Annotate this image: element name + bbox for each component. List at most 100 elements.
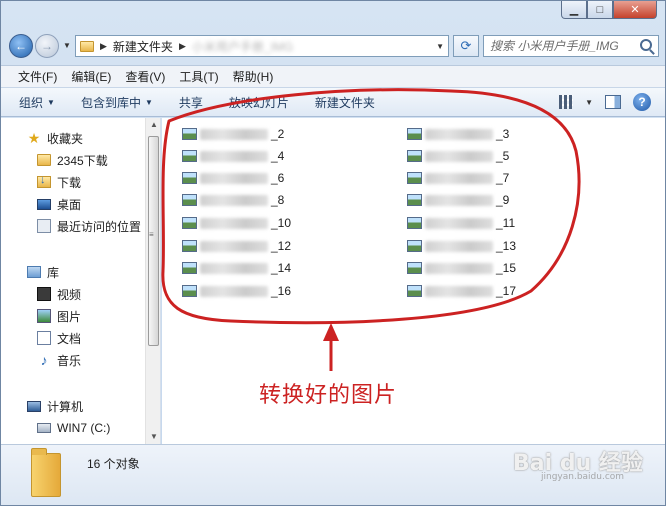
downloads-icon [37,174,51,188]
nav-item-documents[interactable]: 文档 [37,328,81,348]
file-item[interactable]: _3 [407,124,509,144]
menu-view[interactable]: 查看(V) [118,66,172,87]
menu-tools[interactable]: 工具(T) [172,66,225,87]
back-button[interactable]: ← [9,34,33,58]
minimize-button[interactable]: ▁ [561,1,587,19]
search-input[interactable] [490,39,630,53]
blurred-file-name [425,217,493,229]
computer-icon [27,400,41,412]
image-file-icon [407,262,422,274]
chevron-right-icon[interactable]: ▶ [100,41,107,52]
preview-pane-icon[interactable] [605,95,621,109]
nav-computer[interactable]: 计算机 [27,396,83,416]
file-item[interactable]: _8 [182,190,284,210]
forward-button[interactable]: → [35,34,59,58]
chevron-right-icon[interactable]: ▶ [179,41,186,52]
file-name-suffix: _7 [496,171,510,185]
file-item[interactable]: _13 [407,236,516,256]
caret-down-icon: ▼ [47,97,55,107]
image-file-icon [407,217,422,229]
command-bar-right: ▼ ? [559,93,651,111]
image-file-icon [407,150,422,162]
nav-item-label: 最近访问的位置 [57,219,142,234]
file-name-suffix: _13 [496,239,517,253]
help-icon[interactable]: ? [633,93,651,111]
organize-button[interactable]: 组织 ▼ [19,94,55,111]
menu-bar: 文件(F) 编辑(E) 查看(V) 工具(T) 帮助(H) [1,65,665,87]
share-button[interactable]: 共享 [179,94,203,111]
search-box[interactable] [483,35,659,57]
image-file-icon [182,240,197,252]
file-item[interactable]: _6 [182,168,284,188]
file-name-suffix: _10 [271,216,292,230]
image-file-icon [182,194,197,206]
slideshow-button[interactable]: 放映幻灯片 [229,94,289,111]
close-button[interactable]: ✕ [613,1,657,19]
image-file-icon [182,285,197,297]
file-item[interactable]: _11 [407,213,515,233]
file-item[interactable]: _10 [182,213,291,233]
star-icon: ★ [27,130,41,146]
file-item[interactable]: _17 [407,281,516,301]
include-in-library-button[interactable]: 包含到库中 ▼ [81,94,153,111]
file-item[interactable]: _15 [407,258,516,278]
nav-item-videos[interactable]: 视频 [37,284,81,304]
file-name-suffix: _6 [271,171,285,185]
file-item[interactable]: _4 [182,146,284,166]
file-item[interactable]: _9 [407,190,509,210]
breadcrumb-current-folder[interactable]: 小米用户手册_IMG [192,38,293,55]
image-file-icon [407,172,422,184]
file-item[interactable]: _12 [182,236,291,256]
file-item[interactable]: _2 [182,124,284,144]
file-item[interactable]: _14 [182,258,291,278]
nav-libraries[interactable]: 库 [27,262,59,282]
search-icon[interactable] [640,39,652,51]
file-item[interactable]: _7 [407,168,509,188]
nav-item-music[interactable]: ♪ 音乐 [37,350,82,370]
file-item[interactable]: _16 [182,281,291,301]
file-name-suffix: _5 [496,149,510,163]
recent-pages-dropdown-icon[interactable]: ▼ [63,41,71,50]
caret-down-icon: ▼ [144,97,153,107]
music-icon: ♪ [40,352,48,368]
image-file-icon [182,262,197,274]
nav-item-downloads[interactable]: 下载 [37,172,81,192]
menu-file[interactable]: 文件(F) [11,66,64,87]
address-history-dropdown-icon[interactable]: ▼ [436,42,444,51]
scroll-down-icon[interactable]: ▼ [150,432,158,441]
change-view-icon[interactable] [559,95,574,109]
nav-item-label: WIN7 (C:) [57,421,111,435]
annotation-label: 转换好的图片 [259,383,398,408]
blurred-file-name [425,150,493,162]
image-file-icon [182,217,197,229]
nav-scrollbar[interactable]: ▲ ≡ ▼ [145,118,160,444]
view-options-dropdown-icon[interactable]: ▼ [585,98,593,107]
nav-item-desktop[interactable]: 桌面 [37,194,81,214]
blurred-file-name [425,285,493,297]
address-bar[interactable]: ▶ 新建文件夹 ▶ 小米用户手册_IMG ▼ [75,35,449,57]
file-list: _2 _3 _4 _5 _6 _7 _8 _9 _10 _11 _12 _13 … [162,118,665,444]
file-name-suffix: _9 [496,193,510,207]
scroll-up-icon[interactable]: ▲ [150,120,158,129]
menu-help[interactable]: 帮助(H) [226,66,281,87]
menu-edit[interactable]: 编辑(E) [64,66,118,87]
scroll-thumb[interactable] [148,136,159,346]
desktop-icon [37,198,51,210]
nav-item-label: 图片 [57,309,82,324]
nav-item-recent-places[interactable]: 最近访问的位置 [37,216,141,236]
nav-libraries-label: 库 [47,265,60,280]
nav-item-2345-downloads[interactable]: 2345下载 [37,150,108,170]
breadcrumb-new-folder[interactable]: 新建文件夹 [113,38,173,55]
refresh-button[interactable]: ⟳ [453,35,479,57]
file-name-suffix: _12 [271,239,292,253]
maximize-button[interactable]: □ [587,1,613,19]
file-name-suffix: _17 [496,284,517,298]
blurred-file-name [425,128,493,140]
nav-item-drive-c[interactable]: WIN7 (C:) [37,418,110,438]
file-name-suffix: _2 [271,127,285,141]
blurred-file-name [200,217,268,229]
nav-favorites[interactable]: ★ 收藏夹 [27,128,83,148]
new-folder-button[interactable]: 新建文件夹 [315,94,375,111]
file-item[interactable]: _5 [407,146,509,166]
nav-item-pictures[interactable]: 图片 [37,306,81,326]
